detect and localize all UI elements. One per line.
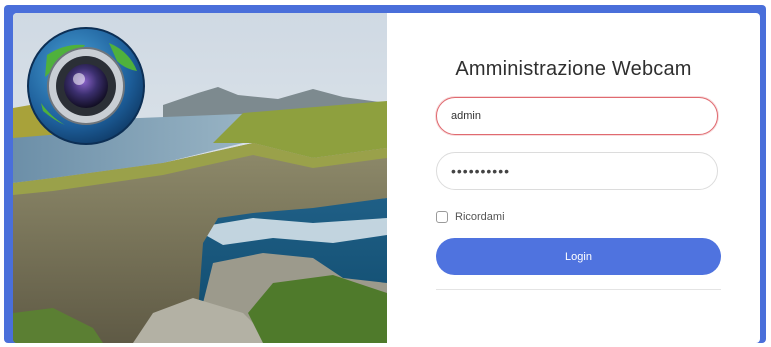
remember-me-label: Ricordami [455, 211, 505, 223]
login-button[interactable]: Login [436, 238, 721, 275]
page-title: Amministrazione Webcam [455, 58, 692, 80]
login-panel: Amministrazione Webcam Ricordami Login [387, 13, 760, 343]
remember-me-checkbox[interactable] [436, 211, 448, 223]
divider [436, 289, 721, 290]
login-card: Amministrazione Webcam Ricordami Login [13, 13, 760, 343]
password-input[interactable] [436, 152, 718, 190]
remember-me-option[interactable]: Ricordami [436, 209, 505, 225]
webcam-globe-lens-icon [25, 25, 147, 147]
username-input[interactable] [436, 97, 718, 135]
